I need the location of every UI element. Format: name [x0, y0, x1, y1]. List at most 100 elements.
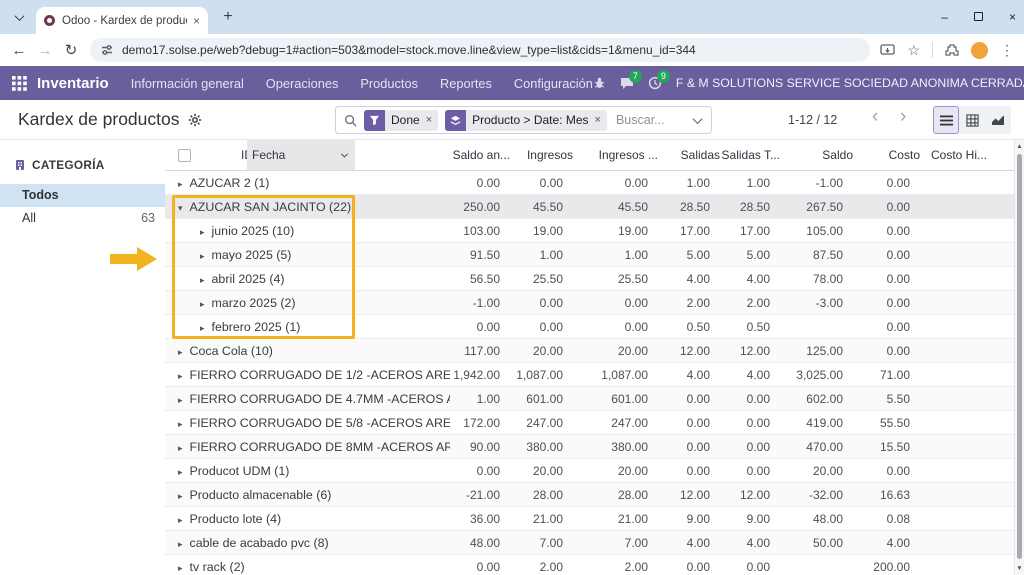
activities-clock-icon[interactable]: 9: [648, 76, 662, 90]
window-maximize-button[interactable]: [974, 10, 983, 24]
window-minimize-button[interactable]: –: [941, 10, 948, 24]
new-tab-button[interactable]: +: [218, 8, 238, 26]
messages-icon[interactable]: 7: [620, 76, 634, 90]
group-name-cell: ▸FIERRO CORRUGADO DE 5/8 -ACEROS AREQUIP…: [178, 411, 450, 436]
forward-button[interactable]: →: [32, 42, 58, 59]
table-group-row[interactable]: ▸junio 2025 (10)103.0019.0019.0017.0017.…: [165, 219, 1014, 243]
cell-value: 200.00: [873, 555, 910, 575]
search-placeholder[interactable]: Buscar...: [616, 113, 694, 127]
browser-tab[interactable]: Odoo - Kardex de productos ×: [36, 7, 208, 34]
column-header-fecha[interactable]: Fecha: [247, 140, 355, 170]
browser-profile-avatar[interactable]: [971, 42, 988, 59]
window-close-button[interactable]: ×: [1009, 10, 1016, 24]
graph-view-button[interactable]: [985, 106, 1011, 134]
table-group-row[interactable]: ▾AZUCAR SAN JACINTO (22)250.0045.5045.50…: [165, 195, 1014, 219]
table-group-row[interactable]: ▸Coca Cola (10)117.0020.0020.0012.0012.0…: [165, 339, 1014, 363]
column-header[interactable]: Saldo: [822, 140, 853, 171]
debug-bug-icon[interactable]: [593, 76, 606, 90]
caret-collapsed-icon: ▸: [200, 299, 205, 309]
toolbar-icons: ☆ ⋮: [880, 42, 1014, 59]
company-name[interactable]: F & M SOLUTIONS SERVICE SOCIEDAD ANONIMA…: [676, 76, 1024, 90]
cell-value: 25.50: [618, 267, 648, 291]
scroll-up-icon[interactable]: ▲: [1015, 143, 1024, 150]
scroll-down-icon[interactable]: ▼: [1015, 565, 1024, 572]
navbar-menu-item[interactable]: Productos: [360, 76, 418, 91]
apps-grid-icon[interactable]: [12, 76, 27, 91]
table-group-row[interactable]: ▸abril 2025 (4)56.5025.5025.504.004.0078…: [165, 267, 1014, 291]
cell-value: 17.00: [740, 219, 770, 243]
table-group-row[interactable]: ▸tv rack (2)0.002.002.000.000.00200.00: [165, 555, 1014, 575]
search-bar[interactable]: Done × Producto > Date: Mes × Buscar...: [335, 106, 712, 134]
back-button[interactable]: ←: [6, 42, 32, 59]
cell-value: 17.00: [680, 219, 710, 243]
action-gear-icon[interactable]: [188, 113, 202, 127]
save-page-icon[interactable]: [880, 44, 895, 57]
navbar-menu-item[interactable]: Configuración: [514, 76, 593, 91]
column-header[interactable]: Ingresos: [527, 140, 573, 171]
table-group-row[interactable]: ▸FIERRO CORRUGADO DE 5/8 -ACEROS AREQUIP…: [165, 411, 1014, 435]
cell-value: 20.00: [618, 459, 648, 483]
filter-facet-remove-icon[interactable]: ×: [426, 114, 438, 126]
cell-value: 28.00: [533, 483, 563, 507]
address-bar[interactable]: demo17.solse.pe/web?debug=1#action=503&m…: [90, 38, 870, 62]
navbar-menu-item[interactable]: Información general: [131, 76, 244, 91]
column-header[interactable]: Ingresos ...: [599, 140, 658, 171]
tab-search-button[interactable]: [10, 8, 29, 27]
cell-value: 125.00: [806, 339, 843, 363]
bookmark-star-icon[interactable]: ☆: [907, 42, 920, 59]
maximize-icon: [974, 12, 983, 21]
column-header[interactable]: Saldo an...: [453, 140, 510, 171]
reload-button[interactable]: ↻: [58, 41, 84, 59]
column-header[interactable]: Costo: [889, 140, 920, 171]
filter-facet[interactable]: Done ×: [364, 110, 438, 131]
navbar-menu-item[interactable]: Operaciones: [266, 76, 339, 91]
cell-value: 4.00: [687, 531, 710, 555]
groupby-facet[interactable]: Producto > Date: Mes ×: [445, 110, 607, 131]
table-group-row[interactable]: ▸cable de acabado pvc (8)48.007.007.004.…: [165, 531, 1014, 555]
groupby-facet-remove-icon[interactable]: ×: [595, 114, 607, 126]
table-group-row[interactable]: ▸FIERRO CORRUGADO DE 4.7MM -ACEROS AREQU…: [165, 387, 1014, 411]
extensions-icon[interactable]: [945, 43, 959, 57]
cell-value: 21.00: [618, 507, 648, 531]
cell-value: 5.00: [687, 243, 710, 267]
tab-close-icon[interactable]: ×: [193, 14, 200, 28]
category-item[interactable]: All63: [0, 207, 165, 230]
group-name-cell: ▸FIERRO CORRUGADO DE 8MM -ACEROS AREQUIP…: [178, 435, 450, 460]
table-group-row[interactable]: ▸mayo 2025 (5)91.501.001.005.005.0087.50…: [165, 243, 1014, 267]
caret-expanded-icon: ▾: [178, 203, 183, 213]
table-group-row[interactable]: ▸AZUCAR 2 (1)0.000.000.001.001.00-1.000.…: [165, 171, 1014, 195]
pager-previous-button[interactable]: ‹: [872, 106, 878, 128]
category-item-label: All: [22, 207, 36, 230]
group-label: cable de acabado pvc (8): [190, 536, 329, 550]
list-view-button[interactable]: [933, 106, 959, 134]
cell-value: 12.00: [680, 483, 710, 507]
cell-value: 9.00: [687, 507, 710, 531]
tab-title: Odoo - Kardex de productos: [62, 15, 187, 27]
navbar-menu-item[interactable]: Reportes: [440, 76, 492, 91]
select-all-checkbox[interactable]: [178, 149, 191, 162]
cell-value: 419.00: [806, 411, 843, 435]
column-header[interactable]: Costo Hi...: [931, 140, 987, 171]
table-group-row[interactable]: ▸Producto almacenable (6)-21.0028.0028.0…: [165, 483, 1014, 507]
column-header[interactable]: Salidas: [681, 140, 720, 171]
search-dropdown-icon[interactable]: [693, 114, 703, 124]
vertical-scrollbar[interactable]: ▲ ▼: [1014, 140, 1024, 575]
pager-next-button[interactable]: ›: [900, 106, 906, 128]
table-group-row[interactable]: ▸marzo 2025 (2)-1.000.000.002.002.00-3.0…: [165, 291, 1014, 315]
category-header-label: CATEGORÍA: [32, 158, 105, 172]
scrollbar-thumb[interactable]: [1017, 154, 1022, 559]
browser-menu-icon[interactable]: ⋮: [1000, 42, 1014, 59]
site-settings-icon[interactable]: [100, 43, 114, 57]
browser-toolbar: ← → ↻ demo17.solse.pe/web?debug=1#action…: [0, 34, 1024, 66]
table-group-row[interactable]: ▸Producot UDM (1)0.0020.0020.000.000.002…: [165, 459, 1014, 483]
table-group-row[interactable]: ▸FIERRO CORRUGADO DE 1/2 -ACEROS AREQUIP…: [165, 363, 1014, 387]
category-item[interactable]: Todos: [0, 184, 165, 207]
table-group-row[interactable]: ▸Producto lote (4)36.0021.0021.009.009.0…: [165, 507, 1014, 531]
category-sidebar: CATEGORÍA TodosAll63: [0, 140, 165, 575]
column-header[interactable]: Salidas T...: [722, 140, 780, 171]
table-group-row[interactable]: ▸FIERRO CORRUGADO DE 8MM -ACEROS AREQUIP…: [165, 435, 1014, 459]
cell-value: 0.00: [887, 291, 910, 315]
pivot-view-button[interactable]: [959, 106, 985, 134]
table-group-row[interactable]: ▸febrero 2025 (1)0.000.000.000.500.500.0…: [165, 315, 1014, 339]
app-name[interactable]: Inventario: [37, 75, 109, 92]
